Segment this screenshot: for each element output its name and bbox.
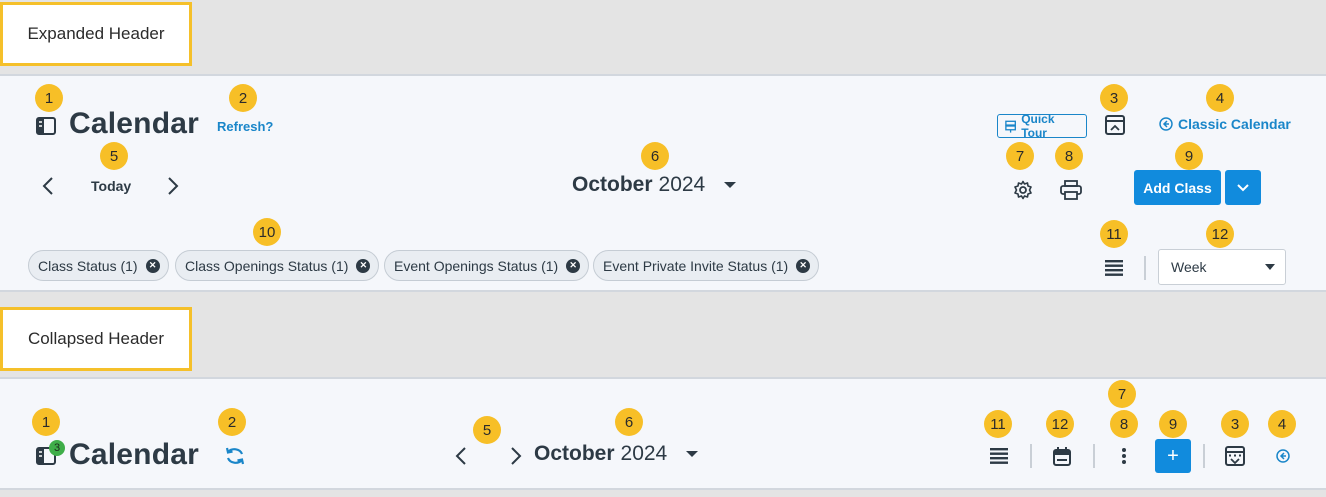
badge: 5 bbox=[473, 416, 501, 444]
year-label: 2024 bbox=[620, 442, 668, 465]
add-class-button[interactable]: Add Class bbox=[1134, 170, 1221, 205]
next-arrow-icon[interactable] bbox=[163, 176, 183, 196]
filter-chip-label: Class Openings Status (1) bbox=[185, 257, 349, 274]
caret-down-icon bbox=[686, 451, 699, 457]
refresh-icon[interactable] bbox=[223, 445, 247, 467]
badge: 12 bbox=[1046, 410, 1074, 438]
next-arrow-icon[interactable] bbox=[507, 446, 525, 466]
divider bbox=[1144, 256, 1146, 280]
collapsed-header-label-text: Collapsed Header bbox=[27, 329, 165, 348]
badge: 10 bbox=[253, 218, 281, 246]
filter-chip[interactable]: Class Status (1) ✕ bbox=[28, 250, 169, 281]
month-year-picker[interactable]: October 2024 bbox=[534, 442, 699, 466]
refresh-link[interactable]: Refresh? bbox=[217, 119, 273, 134]
calendar-view-icon[interactable] bbox=[1051, 445, 1073, 467]
caret-down-icon bbox=[724, 182, 737, 188]
add-options-dropdown-button[interactable] bbox=[1225, 170, 1261, 205]
badge: 1 bbox=[32, 408, 60, 436]
badge: 8 bbox=[1055, 142, 1083, 170]
badge: 1 bbox=[35, 84, 63, 112]
add-button[interactable]: + bbox=[1155, 439, 1191, 473]
badge: 2 bbox=[218, 408, 246, 436]
badge: 7 bbox=[1006, 142, 1034, 170]
more-options-icon[interactable] bbox=[1114, 445, 1134, 467]
badge: 7 bbox=[1108, 380, 1136, 408]
filter-chip-label: Event Private Invite Status (1) bbox=[603, 257, 789, 274]
badge: 9 bbox=[1175, 142, 1203, 170]
remove-filter-icon[interactable]: ✕ bbox=[796, 258, 811, 273]
month-label: October bbox=[534, 442, 615, 465]
month-label: October bbox=[572, 173, 653, 196]
caret-down-icon bbox=[1265, 264, 1275, 270]
badge: 3 bbox=[1221, 410, 1249, 438]
classic-calendar-icon[interactable] bbox=[1274, 447, 1292, 465]
filter-chip-label: Class Status (1) bbox=[38, 257, 138, 274]
sidebar-toggle-icon[interactable] bbox=[35, 116, 57, 136]
prev-arrow-icon[interactable] bbox=[452, 446, 470, 466]
view-select[interactable]: Week bbox=[1158, 249, 1286, 285]
filter-chip[interactable]: Class Openings Status (1) ✕ bbox=[175, 250, 380, 281]
list-view-icon[interactable] bbox=[1103, 257, 1125, 279]
view-select-value: Week bbox=[1171, 259, 1207, 275]
filter-chip[interactable]: Event Private Invite Status (1) ✕ bbox=[593, 250, 820, 281]
chevron-down-icon bbox=[1237, 183, 1249, 191]
expand-header-icon[interactable] bbox=[1223, 444, 1247, 468]
divider bbox=[1093, 444, 1095, 468]
add-button-label: + bbox=[1167, 444, 1179, 467]
expanded-header-label: Expanded Header bbox=[0, 2, 192, 66]
prev-arrow-icon[interactable] bbox=[38, 176, 58, 196]
badge: 9 bbox=[1159, 410, 1187, 438]
badge: 11 bbox=[984, 410, 1012, 438]
badge: 6 bbox=[615, 408, 643, 436]
page-title: Calendar bbox=[69, 438, 199, 471]
today-button[interactable]: Today bbox=[91, 178, 131, 194]
collapsed-header-label: Collapsed Header bbox=[0, 307, 192, 371]
remove-filter-icon[interactable]: ✕ bbox=[145, 258, 160, 273]
remove-filter-icon[interactable]: ✕ bbox=[566, 258, 581, 273]
filter-chip-label: Event Openings Status (1) bbox=[394, 257, 559, 274]
list-view-icon[interactable] bbox=[988, 445, 1010, 467]
divider bbox=[1030, 444, 1032, 468]
gear-icon[interactable] bbox=[1012, 179, 1034, 201]
badge: 11 bbox=[1100, 220, 1128, 248]
badge: 3 bbox=[1100, 84, 1128, 112]
expanded-header-label-text: Expanded Header bbox=[27, 24, 165, 43]
filter-chip[interactable]: Event Openings Status (1) ✕ bbox=[384, 250, 590, 281]
remove-filter-icon[interactable]: ✕ bbox=[356, 258, 371, 273]
badge: 6 bbox=[641, 142, 669, 170]
quick-tour-label: Quick Tour bbox=[1021, 112, 1055, 140]
notification-count-badge: 3 bbox=[49, 440, 65, 456]
badge: 12 bbox=[1206, 220, 1234, 248]
badge: 8 bbox=[1110, 410, 1138, 438]
badge: 4 bbox=[1206, 84, 1234, 112]
badge: 4 bbox=[1268, 410, 1296, 438]
quick-tour-button[interactable]: Quick Tour bbox=[997, 112, 1087, 140]
divider bbox=[1203, 444, 1205, 468]
year-label: 2024 bbox=[658, 173, 706, 196]
page-title: Calendar bbox=[69, 107, 199, 140]
print-icon[interactable] bbox=[1059, 178, 1083, 202]
month-year-picker[interactable]: October 2024 bbox=[572, 173, 737, 197]
classic-calendar-link[interactable]: Classic Calendar bbox=[1159, 116, 1291, 132]
badge: 5 bbox=[100, 142, 128, 170]
badge: 2 bbox=[229, 84, 257, 112]
arrow-left-circle-icon bbox=[1159, 117, 1173, 131]
signpost-icon bbox=[1005, 120, 1016, 133]
add-class-label: Add Class bbox=[1143, 179, 1212, 196]
classic-calendar-label: Classic Calendar bbox=[1178, 116, 1291, 132]
collapse-header-icon[interactable] bbox=[1103, 113, 1127, 137]
